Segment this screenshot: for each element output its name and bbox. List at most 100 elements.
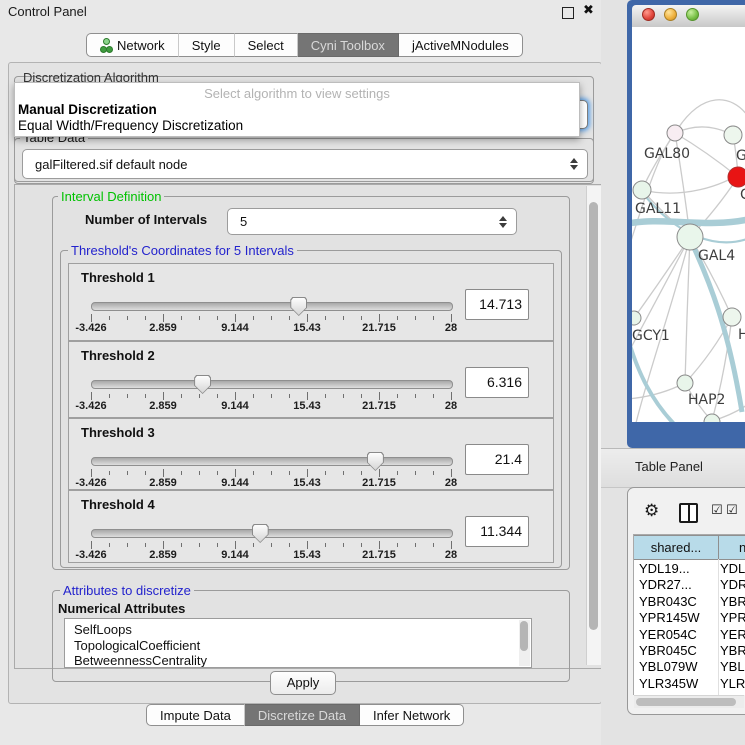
tab-style[interactable]: Style — [179, 33, 235, 57]
slider-tick — [307, 314, 308, 322]
table-row[interactable]: YBL079W YBL0 — [634, 659, 745, 675]
network-node-hap2[interactable] — [677, 375, 693, 391]
table-row[interactable]: YDL19...YDL1 — [634, 561, 745, 577]
apply-button[interactable]: Apply — [270, 671, 336, 695]
column-header[interactable]: name — [718, 535, 745, 560]
slider-tick — [271, 316, 272, 320]
network-node-gal80[interactable] — [667, 125, 683, 141]
tab-discretize-data[interactable]: Discretize Data — [245, 704, 360, 726]
slider-tick — [343, 543, 344, 547]
slider-track[interactable] — [91, 380, 453, 389]
settings-vertical-scrollbar[interactable] — [586, 186, 601, 665]
node-label: HAP2 — [688, 392, 725, 408]
slider-tick — [433, 471, 434, 475]
network-node-gal4[interactable] — [677, 224, 703, 250]
checkbox-icon[interactable]: ☑ — [711, 503, 723, 518]
slider-track[interactable] — [91, 302, 453, 311]
cell-name: YBL0 — [720, 659, 745, 674]
gear-icon[interactable]: ⚙ — [644, 501, 659, 521]
table-horizontal-scrollbar[interactable] — [634, 695, 744, 708]
tab-impute-data[interactable]: Impute Data — [146, 704, 245, 726]
table-row[interactable]: YLR345WYLR3 — [634, 676, 745, 692]
table-row[interactable]: YER054CYER0 — [634, 627, 745, 643]
threshold-value-field[interactable]: 21.4 — [465, 444, 529, 475]
tab-network[interactable]: Network — [86, 33, 179, 57]
network-node-g[interactable] — [724, 126, 742, 144]
columns-icon[interactable] — [679, 503, 698, 523]
node-table[interactable]: shared...name YDL19...YDL1YDR27...YDR2YB… — [633, 534, 745, 695]
table-panel-title: Table Panel — [635, 459, 703, 474]
combo-arrows-icon — [570, 158, 578, 170]
node-label: H — [738, 327, 745, 343]
app-root: Control Panel ✖ NetworkStyleSelectCyni T… — [0, 0, 745, 745]
slider-tick — [433, 543, 434, 547]
numerical-attributes-list[interactable]: SelfLoopsTopologicalCoefficientBetweenne… — [64, 618, 532, 668]
tab-label: Discretize Data — [258, 708, 346, 723]
slider-track[interactable] — [91, 457, 453, 466]
slider-tick — [307, 469, 308, 477]
tab-label: Network — [117, 38, 165, 53]
column-header[interactable]: shared... — [633, 535, 719, 560]
tick-label: -3.426 — [75, 477, 106, 489]
threshold-value-field[interactable]: 6.316 — [465, 367, 529, 398]
network-node-gcy1[interactable] — [632, 311, 641, 325]
list-item[interactable]: TopologicalCoefficient — [74, 638, 200, 653]
slider-tick — [127, 394, 128, 398]
close-icon[interactable]: ✖ — [583, 3, 594, 18]
zoom-traffic-light-icon[interactable] — [686, 8, 699, 21]
slider-thumb[interactable] — [367, 452, 384, 471]
cell-shared-name: YBL079W — [639, 659, 698, 674]
slider-tick — [181, 471, 182, 475]
tab-infer-network[interactable]: Infer Network — [360, 704, 464, 726]
tab-label: Cyni Toolbox — [311, 38, 385, 53]
tab-label: jActiveMNodules — [412, 38, 509, 53]
table-row[interactable]: YDR27...YDR2 — [634, 577, 745, 593]
cell-shared-name: YPR145W — [639, 610, 700, 625]
close-traffic-light-icon[interactable] — [642, 8, 655, 21]
table-row[interactable]: YPR145W YPR1 — [634, 610, 745, 626]
slider-tick — [289, 471, 290, 475]
tick-label: 28 — [445, 549, 457, 561]
slider-thumb[interactable] — [194, 375, 211, 394]
tick-label: 21.715 — [362, 549, 396, 561]
slider-thumb[interactable] — [290, 297, 307, 316]
network-node-c[interactable] — [728, 167, 745, 187]
tick-label: 28 — [445, 400, 457, 412]
network-node-gal11[interactable] — [633, 181, 651, 199]
scrollbar-thumb[interactable] — [520, 621, 528, 651]
tick-label: 15.43 — [293, 400, 321, 412]
table-data-combobox[interactable]: galFiltered.sif default node — [22, 149, 588, 179]
slider-tick — [145, 394, 146, 398]
slider-track[interactable] — [91, 529, 453, 538]
network-canvas[interactable]: GAL80GCGAL11GAL4GCY1HHAP2 — [632, 27, 745, 422]
table-row[interactable]: YBR043CYBR0 — [634, 594, 745, 610]
network-node-h[interactable] — [723, 308, 741, 326]
dropdown-option[interactable]: Equal Width/Frequency Discretization — [18, 118, 243, 134]
slider-tick — [127, 316, 128, 320]
scrollbar-thumb[interactable] — [636, 698, 736, 706]
list-item[interactable]: SelfLoops — [74, 622, 132, 637]
scrollbar-thumb[interactable] — [589, 202, 598, 630]
table-row[interactable]: YBR045CYBR0 — [634, 643, 745, 659]
tab-jactivemnodules[interactable]: jActiveMNodules — [399, 33, 523, 57]
cell-shared-name: YER054C — [639, 627, 697, 642]
slider-thumb[interactable] — [252, 524, 269, 543]
tab-label: Infer Network — [373, 708, 450, 723]
list-scrollbar[interactable] — [519, 620, 530, 666]
tab-select[interactable]: Select — [235, 33, 298, 57]
threshold-value-field[interactable]: 11.344 — [465, 516, 529, 547]
tab-cyni-toolbox[interactable]: Cyni Toolbox — [298, 33, 399, 57]
slider-tick — [217, 316, 218, 320]
cell-name: YPR1 — [720, 610, 745, 625]
slider-tick — [91, 392, 92, 400]
number-of-intervals-combobox[interactable]: 5 — [227, 208, 517, 235]
dropdown-option[interactable]: Manual Discretization — [18, 102, 157, 118]
bottom-tab-bar: Impute Data Discretize Data Infer Network — [146, 704, 464, 726]
node-label: GCY1 — [632, 328, 670, 344]
checkbox-icon[interactable]: ☑ — [726, 503, 738, 518]
float-window-icon[interactable] — [562, 7, 574, 19]
slider-tick — [181, 394, 182, 398]
threshold-value-field[interactable]: 14.713 — [465, 289, 529, 320]
list-item[interactable]: BetweennessCentrality — [74, 653, 207, 668]
minimize-traffic-light-icon[interactable] — [664, 8, 677, 21]
